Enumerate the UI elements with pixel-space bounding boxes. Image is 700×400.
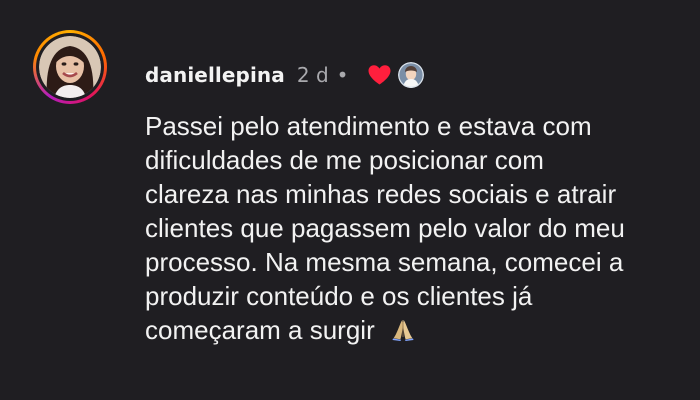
username[interactable]: daniellepina: [145, 63, 285, 87]
praying-hands-icon: [392, 320, 414, 341]
separator-dot: •: [336, 63, 349, 87]
comment-time: 2 d: [296, 63, 329, 87]
heart-icon[interactable]: [367, 64, 392, 86]
comment-last-text: começaram a surgir: [145, 315, 375, 345]
comment-line-4: clientes que pagassem pelo valor do meu: [145, 213, 625, 243]
comment-line-3: clareza nas minhas redes sociais e atrai…: [145, 179, 617, 209]
mini-avatar[interactable]: [398, 62, 425, 88]
comment-line-6: produzir conteúdo e os clientes já: [145, 281, 533, 311]
comment-line-7: começaram a surgir: [145, 313, 700, 347]
story-ring-gap: [36, 33, 104, 101]
comment-line-1: Passei pelo atendimento e estava com: [145, 111, 592, 141]
avatar[interactable]: [39, 36, 101, 98]
story-ring[interactable]: [33, 30, 107, 104]
comment-text: Passei pelo atendimento e estava com dif…: [145, 109, 700, 347]
comment-line-5: processo. Na mesma semana, comecei a: [145, 247, 624, 277]
comment-line-2: dificuldades de me posicionar com: [145, 145, 544, 175]
comment-header: daniellepina 2 d •: [145, 60, 425, 90]
